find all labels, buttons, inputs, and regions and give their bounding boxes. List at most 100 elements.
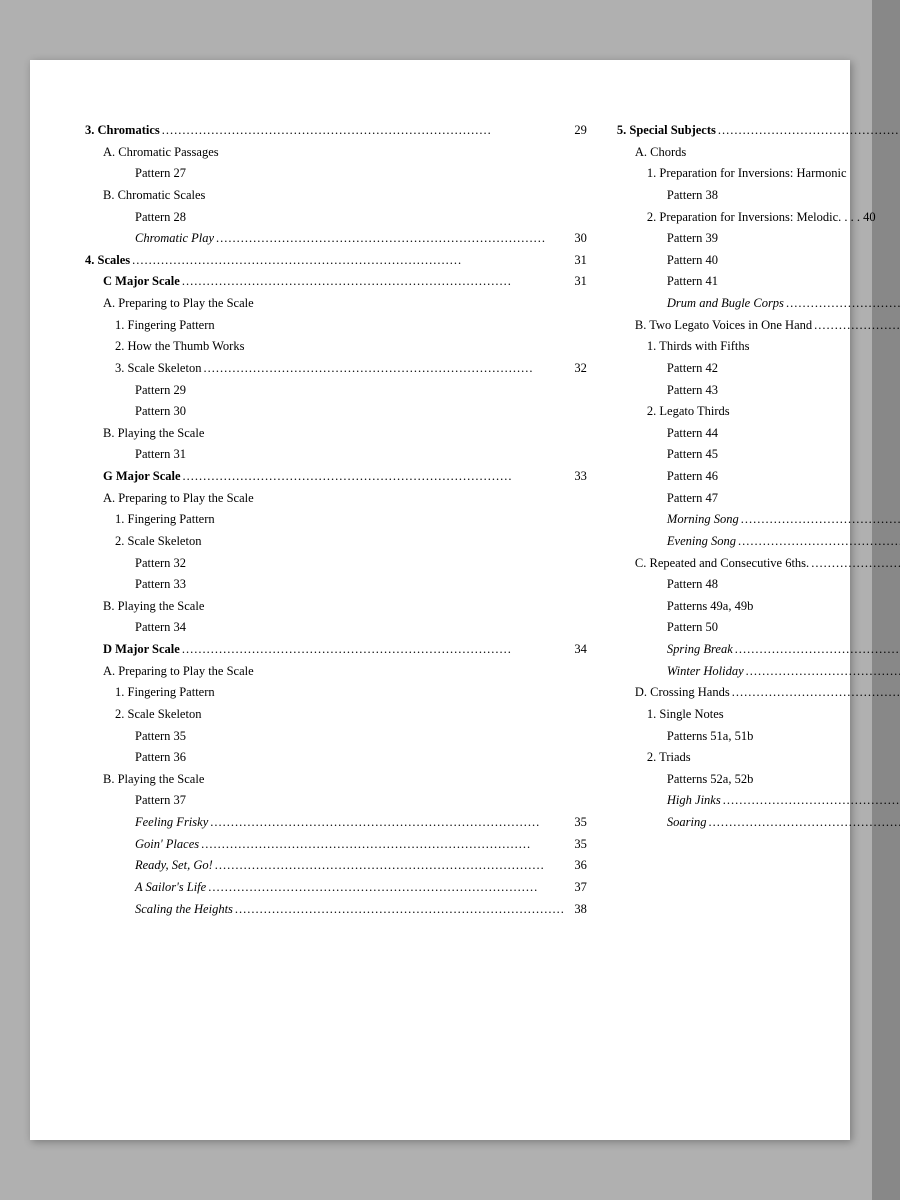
entry-label: 2. Scale Skeleton [115, 531, 201, 552]
entry-dots: ........................................… [786, 293, 900, 314]
entry-label: C. Repeated and Consecutive 6ths. [635, 553, 809, 574]
toc-entry: Pattern 37 [85, 790, 587, 811]
entry-label: A. Preparing to Play the Scale [103, 293, 254, 314]
entry-page: 34 [567, 639, 587, 660]
entry-label: 2. Legato Thirds [647, 401, 730, 422]
toc-entry: Pattern 39 [617, 228, 900, 249]
entry-page: 36 [567, 855, 587, 876]
toc-entry: Pattern 36 [85, 747, 587, 768]
toc-entry: Drum and Bugle Corps ...................… [617, 293, 900, 314]
toc-entry: 2. Scale Skeleton [85, 531, 587, 552]
entry-dots: ........................................… [732, 682, 900, 703]
entry-label: Winter Holiday [667, 661, 744, 682]
entry-label: Morning Song [667, 509, 739, 530]
entry-label: High Jinks [667, 790, 721, 811]
toc-entry: A. Chords [617, 142, 900, 163]
entry-page: 31 [567, 250, 587, 271]
toc-entry: Pattern 30 [85, 401, 587, 422]
entry-label: Pattern 40 [667, 250, 718, 271]
entry-label: B. Playing the Scale [103, 596, 204, 617]
entry-label: A. Preparing to Play the Scale [103, 661, 254, 682]
entry-label: Pattern 46 [667, 466, 718, 487]
entry-label: Evening Song [667, 531, 736, 552]
entry-label: C Major Scale [103, 271, 180, 292]
entry-dots: ........................................… [741, 509, 900, 530]
entry-label: D. Crossing Hands [635, 682, 730, 703]
entry-dots: ........................................… [735, 639, 900, 660]
entry-dots: ........................................… [182, 271, 565, 292]
toc-entry: 4. Scales ..............................… [85, 250, 587, 271]
toc-entry: Pattern 38 [617, 185, 900, 206]
toc-entry: Soaring ................................… [617, 812, 900, 833]
toc-entry: 1. Preparation for Inversions: Harmonic [617, 163, 900, 184]
entry-label: Pattern 41 [667, 271, 718, 292]
entry-label: 2. Triads [647, 747, 691, 768]
toc-entry: A. Preparing to Play the Scale [85, 488, 587, 509]
entry-label: 2. How the Thumb Works [115, 336, 244, 357]
entry-page: 29 [567, 120, 587, 141]
toc-entry: Pattern 48 [617, 574, 900, 595]
entry-label: 1. Fingering Pattern [115, 509, 215, 530]
toc-entry: Morning Song ...........................… [617, 509, 900, 530]
entry-label: Ready, Set, Go! [135, 855, 213, 876]
toc-entry: Winter Holiday .........................… [617, 661, 900, 682]
toc-entry: Pattern 32 [85, 553, 587, 574]
entry-label: Pattern 47 [667, 488, 718, 509]
toc-entry: Patterns 52a, 52b [617, 769, 900, 790]
entry-label: D Major Scale [103, 639, 180, 660]
entry-page: 30 [567, 228, 587, 249]
toc-entry: Pattern 44 [617, 423, 900, 444]
entry-dots: ........................................… [201, 834, 565, 855]
entry-label: B. Chromatic Scales [103, 185, 205, 206]
entry-label: 2. Preparation for Inversions: Melodic. … [647, 207, 876, 228]
toc-entry: D Major Scale ..........................… [85, 639, 587, 660]
toc-entry: High Jinks .............................… [617, 790, 900, 811]
toc-entry: 2. How the Thumb Works [85, 336, 587, 357]
entry-label: A. Chords [635, 142, 686, 163]
entry-label: Pattern 42 [667, 358, 718, 379]
toc-entry: Pattern 50 [617, 617, 900, 638]
entry-label: Pattern 28 [135, 207, 186, 228]
entry-label: B. Two Legato Voices in One Hand [635, 315, 812, 336]
toc-entry: 1. Single Notes [617, 704, 900, 725]
toc-entry: Pattern 33 [85, 574, 587, 595]
entry-label: Pattern 33 [135, 574, 186, 595]
entry-page: 35 [567, 834, 587, 855]
toc-entry: B. Playing the Scale [85, 769, 587, 790]
entry-label: G Major Scale [103, 466, 181, 487]
entry-label: Patterns 49a, 49b [667, 596, 753, 617]
toc-entry: B. Chromatic Scales [85, 185, 587, 206]
entry-dots: ........................................… [215, 855, 565, 876]
entry-label: Chromatic Play [135, 228, 214, 249]
entry-label: 4. Scales [85, 250, 130, 271]
toc-entry: 2. Legato Thirds [617, 401, 900, 422]
toc-entry: 2. Triads [617, 747, 900, 768]
toc-entry: 1. Fingering Pattern [85, 682, 587, 703]
entry-page: 37 [567, 877, 587, 898]
toc-entry: Pattern 29 [85, 380, 587, 401]
toc-entry: G Major Scale ..........................… [85, 466, 587, 487]
toc-entry: Scaling the Heights ....................… [85, 899, 587, 920]
toc-entry: Pattern 34 [85, 617, 587, 638]
entry-label: Pattern 31 [135, 444, 186, 465]
toc-entry: Pattern 40 [617, 250, 900, 271]
right-column: 5. Special Subjects ....................… [617, 120, 900, 1100]
toc-entry: Pattern 47 [617, 488, 900, 509]
page: 3. Chromatics ..........................… [30, 60, 850, 1140]
toc-entry: Pattern 46 [617, 466, 900, 487]
entry-dots: ........................................… [709, 812, 900, 833]
entry-dots: ........................................… [162, 120, 565, 141]
entry-label: Spring Break [667, 639, 733, 660]
content: 3. Chromatics ..........................… [30, 60, 850, 1140]
toc-entry: B. Two Legato Voices in One Hand .......… [617, 315, 900, 336]
entry-label: Pattern 27 [135, 163, 186, 184]
entry-dots: ........................................… [235, 899, 565, 920]
entry-label: Drum and Bugle Corps [667, 293, 784, 314]
entry-dots: ........................................… [723, 790, 900, 811]
entry-label: Feeling Frisky [135, 812, 208, 833]
entry-dots: ........................................… [183, 466, 565, 487]
entry-page: 35 [567, 812, 587, 833]
entry-label: Patterns 51a, 51b [667, 726, 753, 747]
entry-dots: ........................................… [718, 120, 900, 141]
toc-entry: A. Chromatic Passages [85, 142, 587, 163]
